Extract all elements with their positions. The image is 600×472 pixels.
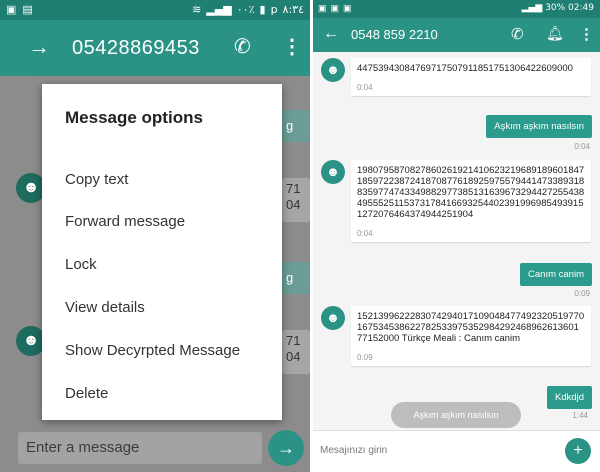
right-phone-screen: ▣ ▣ ▣ ▂▄▆ 30% 02:49 ← 0548 859 2210 ✆ 🔔︎… <box>313 0 600 472</box>
outgoing-message[interactable]: Aşkım aşkım nasılsın <box>486 115 592 138</box>
phone-call-icon[interactable]: ✆ <box>234 34 251 59</box>
left-phone-screen: ▣ ▤ ≋ ▂▄▆ ۰۰٪ ▮ p ۸:۳٤ → 05428869453 ✆ ⋮… <box>0 0 310 472</box>
message-time: 0:09 <box>357 353 373 362</box>
message-text: 1521399622283074294017109048477492320519… <box>357 311 585 344</box>
incoming-message[interactable]: 1980795870827860261921410623219689189601… <box>351 160 591 242</box>
signal-icon: ▂▄▆ <box>206 3 232 16</box>
message-input[interactable]: Mesajınızı girin <box>320 437 556 465</box>
message-text: Canım canim <box>528 269 584 280</box>
message-text: 4475394308476971750791185175130642260900… <box>357 63 573 74</box>
option-show-decrypted-message[interactable]: Show Decyrpted Message <box>65 342 240 359</box>
notification-icon: ▣ <box>330 3 340 13</box>
contact-avatar-icon: ☻ <box>321 160 345 184</box>
back-arrow-icon[interactable]: → <box>28 34 50 60</box>
message-text: 1980795870827860261921410623219689189601… <box>357 165 585 220</box>
notification-icon: ▣ <box>343 3 352 13</box>
more-options-icon[interactable]: ⋮ <box>579 25 594 43</box>
option-delete[interactable]: Delete <box>65 385 108 402</box>
outgoing-message[interactable]: Canım canim <box>520 263 592 286</box>
contact-number: 0548 859 2210 <box>351 27 438 42</box>
bubble-fragment: 04 <box>286 197 301 212</box>
battery-time: 30% 02:49 <box>545 3 594 13</box>
bubble-fragment: g <box>286 270 294 285</box>
conversation-toolbar: → 05428869453 ✆ ⋮ <box>0 20 310 76</box>
send-arrow-icon: → <box>277 438 295 458</box>
message-composer: Mesajınızı girin + <box>313 430 600 472</box>
signal-icon: ▂▄▆ <box>521 3 546 13</box>
back-arrow-icon[interactable]: ← <box>323 25 339 43</box>
bubble-fragment: 71 <box>286 333 301 348</box>
battery-percent: ۰۰٪ <box>236 3 255 16</box>
incoming-message[interactable]: 4475394308476971750791185175130642260900… <box>351 58 591 96</box>
option-forward-message[interactable]: Forward message <box>65 213 185 230</box>
option-view-details[interactable]: View details <box>65 299 145 316</box>
add-attachment-button[interactable]: + <box>565 438 591 464</box>
phone-call-icon[interactable]: ✆ <box>511 25 524 43</box>
outgoing-message[interactable]: Kdkdjd <box>546 386 592 409</box>
contact-avatar-icon: ☻ <box>321 58 345 82</box>
message-time: 0:04 <box>357 83 373 92</box>
message-input[interactable]: Enter a message <box>18 432 262 464</box>
message-text: Aşkım aşkım nasılsın <box>494 121 584 132</box>
image-notification-icon: ▣ <box>6 4 17 16</box>
plus-icon: + <box>573 442 583 459</box>
message-time: 0:09 <box>574 289 590 298</box>
network-type: p <box>270 3 278 16</box>
dimmed-bubble: 71 04 <box>282 178 310 222</box>
bubble-fragment: 71 <box>286 181 301 196</box>
status-time: ۸:۳٤ <box>282 3 304 16</box>
dialog-title: Message options <box>65 108 203 127</box>
message-options-dialog: Message options Copy text Forward messag… <box>42 84 282 420</box>
option-lock[interactable]: Lock <box>65 256 97 273</box>
conversation-toolbar: ← 0548 859 2210 ✆ 🔔︎ ⋮ <box>313 18 600 52</box>
file-notification-icon: ▤ <box>22 4 33 16</box>
notification-bell-icon[interactable]: 🔔︎ <box>546 25 564 42</box>
message-time: 0:04 <box>357 229 373 238</box>
dimmed-bubble: g <box>282 262 310 294</box>
message-time: 1:44 <box>572 411 588 420</box>
dimmed-bubble: 71 04 <box>282 330 310 374</box>
send-button[interactable]: → <box>268 430 304 466</box>
pending-message[interactable]: Aşkım aşkım nasılsın <box>391 402 521 428</box>
message-time: 0:04 <box>574 142 590 151</box>
option-copy-text[interactable]: Copy text <box>65 171 128 188</box>
notification-icon: ▣ <box>318 3 327 13</box>
contact-number: 05428869453 <box>72 37 200 59</box>
status-bar: ▣ ▣ ▣ ▂▄▆ 30% 02:49 <box>313 0 600 18</box>
incoming-message[interactable]: 1521399622283074294017109048477492320519… <box>351 306 591 366</box>
more-options-icon[interactable]: ⋮ <box>282 34 302 59</box>
message-composer: Enter a message → <box>0 426 310 472</box>
contact-avatar-icon: ☻ <box>321 306 345 330</box>
bubble-fragment: 04 <box>286 349 301 364</box>
status-bar: ▣ ▤ ≋ ▂▄▆ ۰۰٪ ▮ p ۸:۳٤ <box>0 0 310 20</box>
dimmed-bubble: g <box>282 110 310 142</box>
battery-icon: ▮ <box>259 3 266 16</box>
message-text: Kdkdjd <box>554 392 584 403</box>
bubble-fragment: g <box>286 118 294 133</box>
wifi-icon: ≋ <box>192 3 202 16</box>
